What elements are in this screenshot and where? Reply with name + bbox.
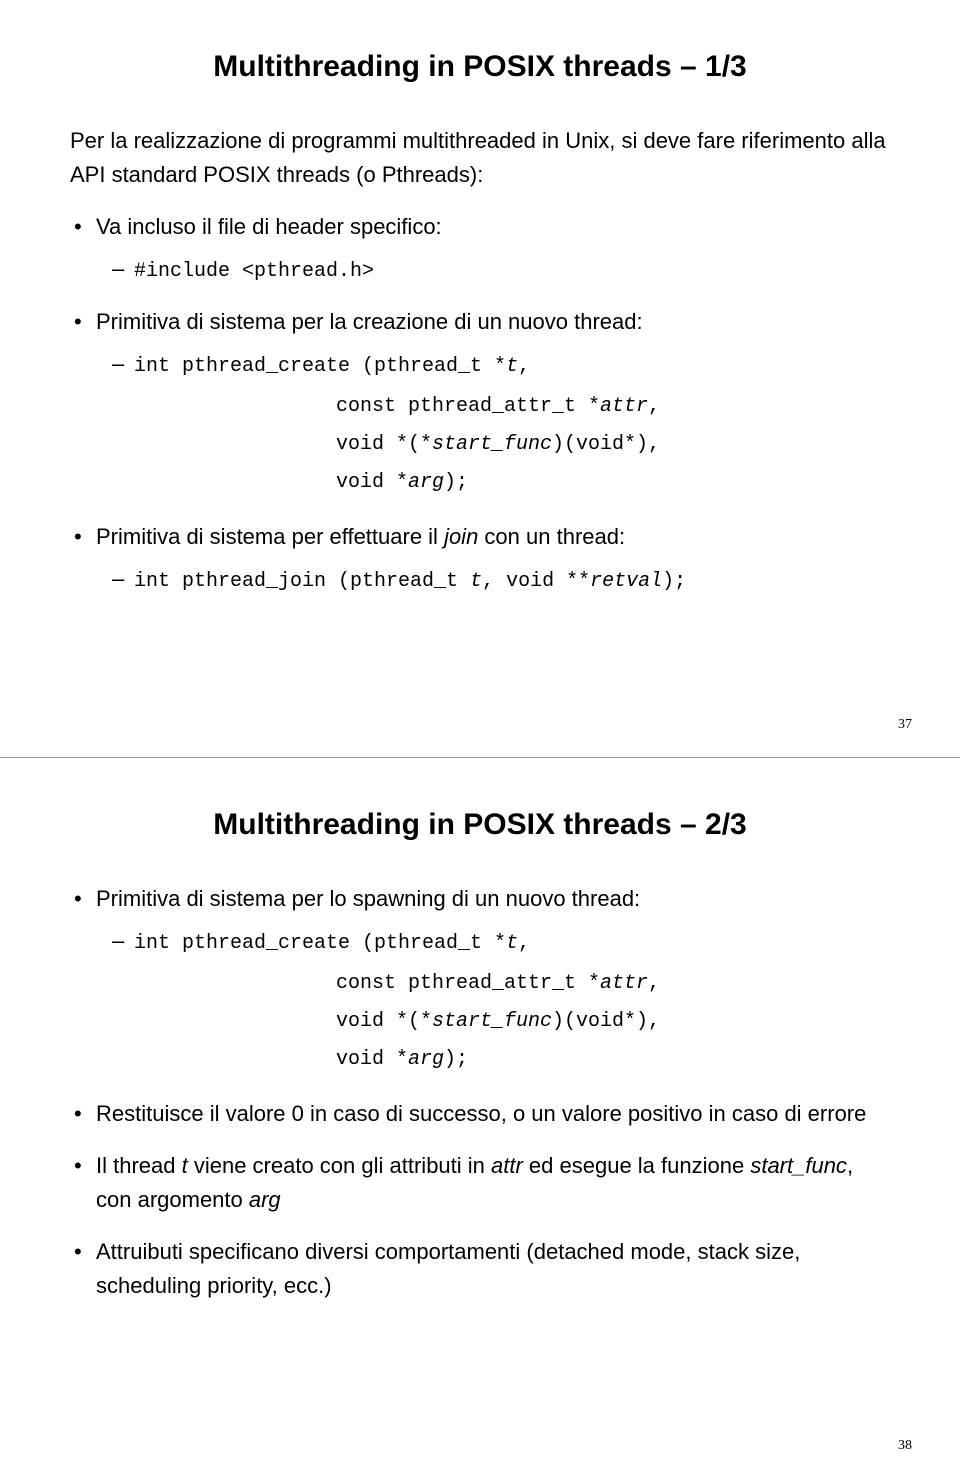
slide-1: Multithreading in POSIX threads – 1/3 Pe… <box>0 0 960 758</box>
bullet-spawning: Primitiva di sistema per lo spawning di … <box>70 882 890 1079</box>
sub-item: int pthread_create (pthread_t *t, <box>112 924 890 959</box>
bullet-create: Primitiva di sistema per la creazione di… <box>70 305 890 502</box>
bullet-text: Va incluso il file di header specifico: <box>96 214 442 239</box>
slide-2: Multithreading in POSIX threads – 2/3 Pr… <box>0 758 960 1478</box>
bullet-text: Primitiva di sistema per effettuare il j… <box>96 524 625 549</box>
page-number: 37 <box>898 717 912 733</box>
bullet-join: Primitiva di sistema per effettuare il j… <box>70 520 890 597</box>
slide-body: Primitiva di sistema per lo spawning di … <box>70 882 890 1304</box>
bullet-include: Va incluso il file di header specifico: … <box>70 210 890 287</box>
sub-item: int pthread_join (pthread_t t, void **re… <box>112 562 890 597</box>
bullet-attributes: Attruibuti specificano diversi comportam… <box>70 1235 890 1303</box>
code-line: int pthread_join (pthread_t t, void **re… <box>134 570 686 593</box>
sub-item: #include <pthread.h> <box>112 252 890 287</box>
bullet-text: Il thread t viene creato con gli attribu… <box>96 1153 853 1212</box>
code-include: #include <pthread.h> <box>134 260 374 283</box>
bullet-text: Primitiva di sistema per lo spawning di … <box>96 886 640 911</box>
code-line: int pthread_create (pthread_t *t, <box>134 932 530 955</box>
code-line: int pthread_create (pthread_t *t, <box>134 355 530 378</box>
bullet-thread-attr: Il thread t viene creato con gli attribu… <box>70 1149 890 1217</box>
bullet-return: Restituisce il valore 0 in caso di succe… <box>70 1097 890 1131</box>
bullet-text: Restituisce il valore 0 in caso di succe… <box>96 1101 866 1126</box>
slide-title: Multithreading in POSIX threads – 1/3 <box>70 50 890 84</box>
code-block: const pthread_attr_t *attr, void *(*star… <box>336 965 890 1079</box>
slide-title: Multithreading in POSIX threads – 2/3 <box>70 808 890 842</box>
page-number: 38 <box>898 1438 912 1454</box>
bullet-text: Attruibuti specificano diversi comportam… <box>96 1239 800 1298</box>
bullet-text: Primitiva di sistema per la creazione di… <box>96 309 643 334</box>
sub-item: int pthread_create (pthread_t *t, <box>112 347 890 382</box>
slide-body: Per la realizzazione di programmi multit… <box>70 124 890 597</box>
intro-paragraph: Per la realizzazione di programmi multit… <box>70 124 890 192</box>
code-block: const pthread_attr_t *attr, void *(*star… <box>336 388 890 502</box>
